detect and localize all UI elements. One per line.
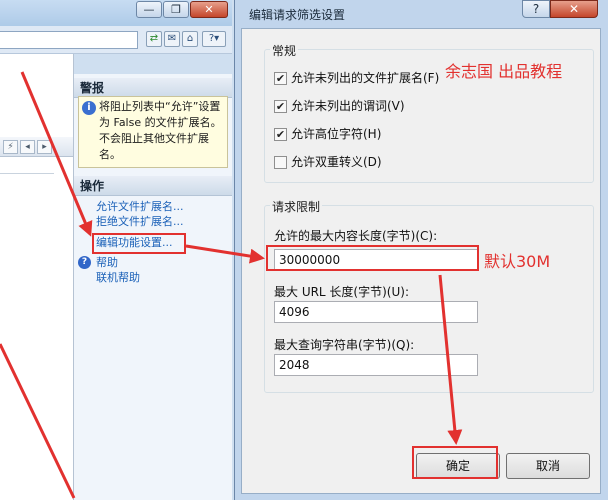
- dialog-close-button[interactable]: ✕: [550, 0, 598, 18]
- checkbox-label: 允许未列出的谓词(V): [291, 99, 405, 113]
- close-button[interactable]: ✕: [190, 1, 228, 18]
- address-field[interactable]: [0, 31, 138, 49]
- allow-extension-link[interactable]: 允许文件扩展名...: [96, 200, 184, 214]
- checkbox-box[interactable]: ✔: [274, 128, 287, 141]
- checkbox-label: 允许高位字符(H): [291, 127, 382, 141]
- cancel-button[interactable]: 取消: [506, 453, 590, 479]
- max-content-length-label: 允许的最大内容长度(字节)(C):: [274, 229, 438, 243]
- alert-text: 将阻止列表中“允许”设置为 False 的文件扩展名。不会阻止其他文件扩展名。: [99, 100, 222, 161]
- alert-box: i 将阻止列表中“允许”设置为 False 的文件扩展名。不会阻止其他文件扩展名…: [78, 96, 228, 168]
- alerts-header: 警报: [74, 78, 232, 98]
- lightning-icon[interactable]: ⚡: [3, 140, 18, 154]
- help-dropdown-button[interactable]: ?▾: [202, 31, 226, 47]
- actions-header: 操作: [74, 176, 232, 196]
- request-limits-legend: 请求限制: [270, 198, 323, 215]
- deny-extension-link[interactable]: 拒绝文件扩展名...: [96, 215, 184, 229]
- checkbox-box[interactable]: ✔: [274, 100, 287, 113]
- scroll-left-icon[interactable]: ◂: [20, 140, 35, 154]
- info-icon: i: [82, 101, 96, 115]
- restore-button[interactable]: ❐: [163, 1, 189, 18]
- features-content-area: [0, 54, 74, 500]
- checkbox-label: 允许双重转义(D): [291, 155, 382, 169]
- max-url-length-label: 最大 URL 长度(字节)(U):: [274, 285, 409, 299]
- actions-pane: 警报 i 将阻止列表中“允许”设置为 False 的文件扩展名。不会阻止其他文件…: [74, 74, 232, 500]
- help-link[interactable]: 帮助: [96, 256, 118, 270]
- help-icon: ?: [78, 256, 91, 269]
- max-query-string-label: 最大查询字符串(字节)(Q):: [274, 338, 415, 352]
- envelope-icon[interactable]: ✉: [164, 31, 180, 47]
- checkbox-box[interactable]: ✔: [274, 72, 287, 85]
- general-legend: 常规: [270, 42, 299, 59]
- highlight-max-content-input: [266, 245, 479, 271]
- minimize-button[interactable]: —: [136, 1, 162, 18]
- highlight-edit-feature-settings: [92, 233, 186, 254]
- watermark-text: 余志国 出品教程: [445, 62, 563, 81]
- dialog-title: 编辑请求筛选设置: [249, 8, 346, 22]
- connect-icon[interactable]: ⇄: [146, 31, 162, 47]
- dialog-help-button[interactable]: ?: [522, 0, 550, 18]
- online-help-link[interactable]: 联机帮助: [96, 271, 140, 285]
- max-url-length-input[interactable]: 4096: [274, 301, 478, 323]
- checkbox-box[interactable]: [274, 156, 287, 169]
- divider: [0, 173, 54, 174]
- scroll-right-icon[interactable]: ▸: [37, 140, 52, 154]
- max-query-string-input[interactable]: 2048: [274, 354, 478, 376]
- default-note-text: 默认30M: [484, 252, 551, 271]
- highlight-ok-button: [412, 446, 498, 479]
- help-icon: ?: [208, 33, 215, 44]
- checkbox-label: 允许未列出的文件扩展名(F): [291, 71, 440, 85]
- home-icon[interactable]: ⌂: [182, 31, 198, 47]
